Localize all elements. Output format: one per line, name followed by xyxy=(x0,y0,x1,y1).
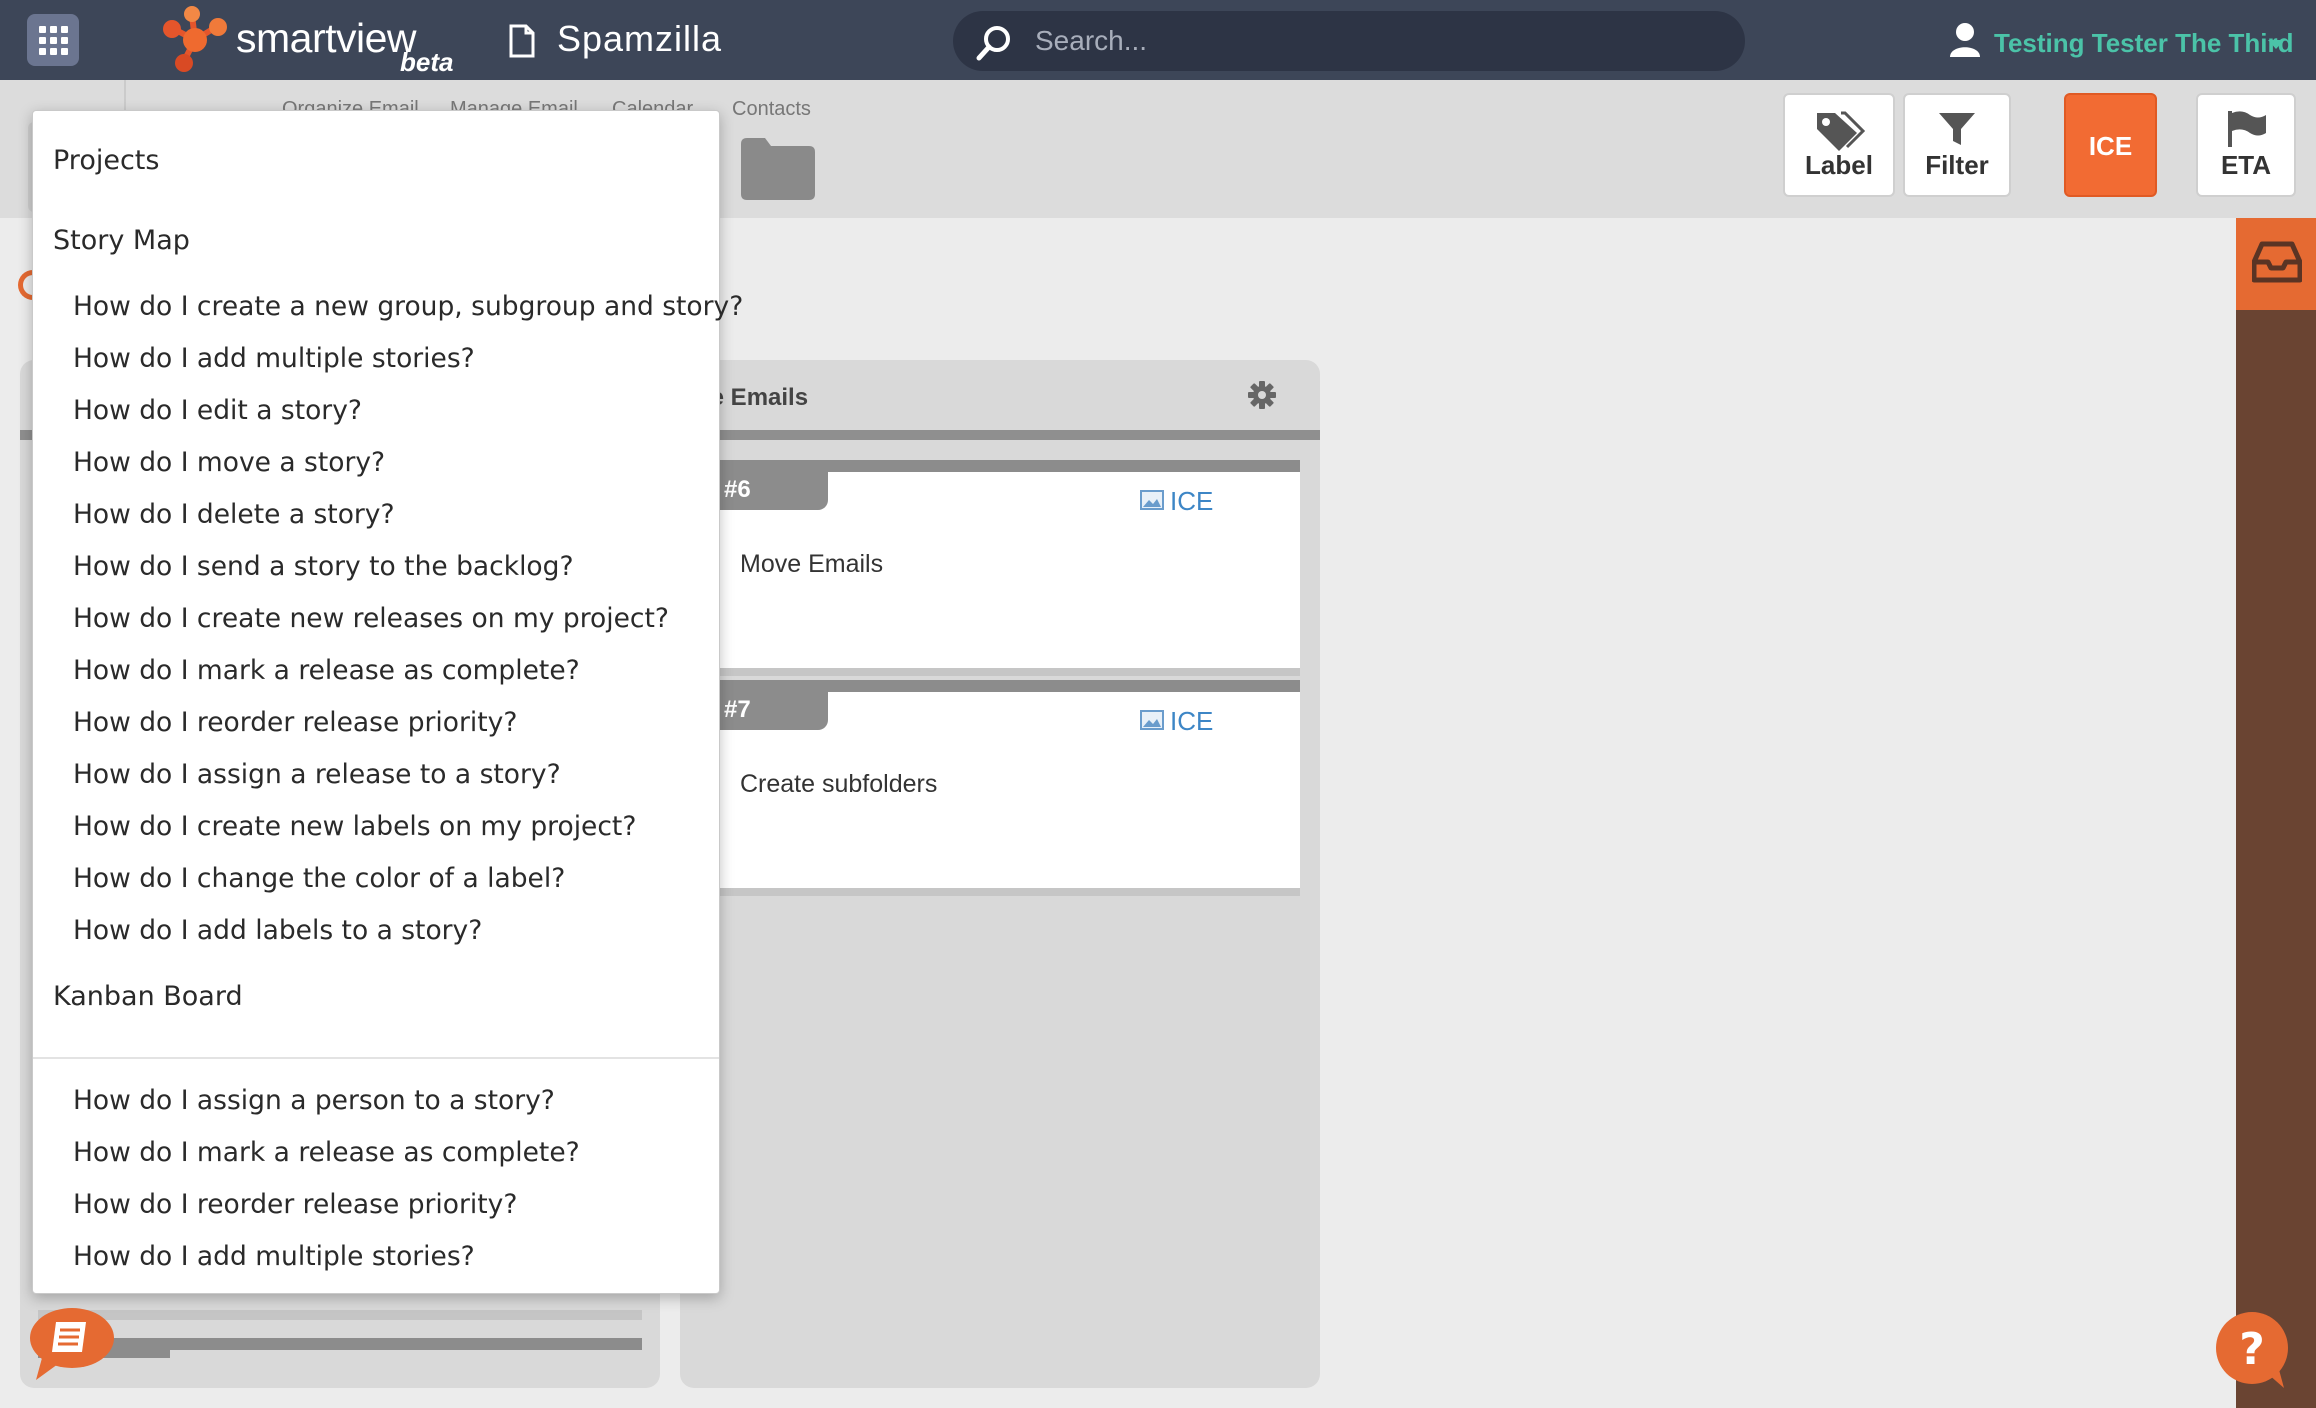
card-title: Move Emails xyxy=(740,550,884,578)
brand-beta: beta xyxy=(400,47,454,77)
tag-icon xyxy=(1817,111,1865,151)
help-heading-projects[interactable]: Projects xyxy=(53,145,159,176)
help-item[interactable]: How do I add multiple stories? xyxy=(73,1241,475,1272)
help-item[interactable]: How do I create new releases on my proje… xyxy=(73,603,669,634)
card-tag-label: ICE xyxy=(1170,706,1214,736)
apps-grid-button[interactable] xyxy=(27,14,79,66)
tab-contacts[interactable]: Contacts xyxy=(732,98,811,121)
help-item[interactable]: How do I mark a release as complete? xyxy=(73,1137,580,1168)
help-item[interactable]: How do I edit a story? xyxy=(73,395,362,426)
help-item[interactable]: How do I mark a release as complete? xyxy=(73,655,580,686)
user-icon xyxy=(1950,23,1980,57)
inbox-icon xyxy=(2252,241,2302,283)
help-item[interactable]: How do I assign a person to a story? xyxy=(73,1085,555,1116)
help-item[interactable]: How do I reorder release priority? xyxy=(73,707,517,738)
help-item[interactable]: How do I send a story to the backlog? xyxy=(73,551,574,582)
card-tag-label: ICE xyxy=(1170,486,1214,516)
help-heading-kanban[interactable]: Kanban Board xyxy=(53,981,243,1012)
card-edge xyxy=(38,1310,642,1320)
help-item[interactable]: How do I add labels to a story? xyxy=(73,915,482,946)
help-item[interactable]: How do I create a new group, subgroup an… xyxy=(73,291,743,322)
help-item[interactable]: How do I reorder release priority? xyxy=(73,1189,517,1220)
ice-button[interactable]: ICE xyxy=(2064,93,2157,197)
search-icon xyxy=(976,26,1010,61)
board-column: le Emails #6 ICE Move Emails #7 ICE Crea… xyxy=(680,360,1320,1388)
funnel-icon xyxy=(1939,113,1975,145)
help-item[interactable]: How do I move a story? xyxy=(73,447,385,478)
filter-button[interactable]: Filter xyxy=(1903,93,2011,197)
svg-text:?: ? xyxy=(2239,1324,2265,1375)
book-chat-icon[interactable] xyxy=(28,1306,118,1382)
label-button[interactable]: Label xyxy=(1783,93,1895,197)
image-icon xyxy=(1140,710,1164,730)
help-divider xyxy=(33,1057,719,1059)
inbox-tab[interactable] xyxy=(2236,218,2316,310)
search-input[interactable] xyxy=(1035,19,1725,63)
column-header-bar xyxy=(680,430,1320,440)
story-card[interactable]: #7 ICE Create subfolders xyxy=(700,680,1300,896)
brand-word: smartview xyxy=(236,15,417,61)
flag-icon xyxy=(2228,111,2266,147)
ice-button-label: ICE xyxy=(2088,131,2133,161)
eta-button[interactable]: ETA xyxy=(2196,93,2296,197)
help-item[interactable]: How do I assign a release to a story? xyxy=(73,759,561,790)
image-icon xyxy=(1140,490,1164,510)
help-item[interactable]: How do I add multiple stories? xyxy=(73,343,475,374)
help-item[interactable]: How do I create new labels on my project… xyxy=(73,811,636,842)
gear-icon[interactable] xyxy=(1247,380,1277,410)
user-name[interactable]: Testing Tester The Third xyxy=(1994,28,2294,59)
folder-icon[interactable] xyxy=(737,136,817,202)
question-chat-icon[interactable]: ? xyxy=(2212,1310,2292,1390)
right-sidebar xyxy=(2236,218,2316,1408)
help-item[interactable]: How do I delete a story? xyxy=(73,499,395,530)
eta-button-label: ETA xyxy=(2220,150,2272,180)
help-item[interactable]: How do I change the color of a label? xyxy=(73,863,565,894)
search-bar[interactable] xyxy=(953,11,1745,71)
label-button-label: Label xyxy=(1805,150,1873,180)
card-bottom-edge xyxy=(700,668,1300,676)
card-bottom-edge xyxy=(700,888,1300,896)
chevron-down-icon[interactable] xyxy=(2268,40,2284,49)
help-menu: Projects Story Map How do I create a new… xyxy=(32,110,743,1294)
smartview-logo[interactable]: smartview beta xyxy=(158,5,468,77)
document-icon xyxy=(509,24,535,58)
project-name[interactable]: Spamzilla xyxy=(557,18,722,60)
network-logo-icon xyxy=(163,6,227,72)
filter-button-label: Filter xyxy=(1925,150,1989,180)
story-card[interactable]: #6 ICE Move Emails xyxy=(700,460,1300,676)
help-heading-story-map[interactable]: Story Map xyxy=(53,225,190,256)
top-bar: smartview beta Spamzilla Testing Tester … xyxy=(0,0,2316,80)
card-title: Create subfolders xyxy=(740,770,938,798)
